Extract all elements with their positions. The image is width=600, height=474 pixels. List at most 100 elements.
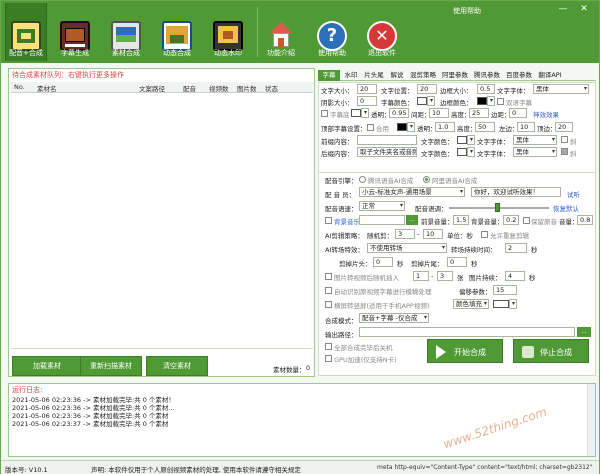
auto-detect-checkbox[interactable] [325, 287, 332, 294]
random-to-input[interactable]: 10 [423, 229, 443, 239]
tab-mix-strategy[interactable]: 混剪策略 [408, 70, 438, 81]
log-scrollbar[interactable] [587, 384, 595, 456]
subtitle-bg-swatch[interactable] [351, 109, 361, 117]
speaker-select[interactable]: 小云-标准女声-通用场景 [359, 187, 465, 197]
tone-slider-handle[interactable] [495, 203, 500, 212]
spacing-input[interactable]: 10 [429, 108, 449, 118]
engine-tencent-radio[interactable] [359, 176, 366, 183]
offset-input[interactable]: 15 [493, 285, 517, 295]
image-from-input[interactable]: 1 [413, 271, 429, 281]
subtitle-bg-checkbox[interactable] [321, 110, 328, 117]
landscape-checkbox[interactable] [325, 301, 332, 308]
left-input[interactable]: 10 [517, 122, 535, 132]
cut-tail-input[interactable]: 0 [447, 257, 467, 267]
volume-input[interactable]: 0.8 [577, 215, 593, 225]
subtitle-bg-dropdown[interactable] [361, 108, 369, 118]
speed-select[interactable]: 正常 [359, 201, 405, 211]
start-compose-button[interactable]: 开始合成 [427, 339, 503, 363]
allow-repeat-checkbox[interactable] [481, 231, 488, 238]
tab-translate-api[interactable]: 翻译API [536, 70, 564, 81]
prefix-slant-checkbox[interactable] [561, 136, 568, 143]
bilingual-checkbox[interactable] [497, 98, 504, 105]
keep-audio-checkbox[interactable] [523, 217, 530, 224]
height-input[interactable]: 25 [469, 108, 489, 118]
image-to-input[interactable]: 3 [437, 271, 453, 281]
suffix-font-select[interactable]: 黑体 [513, 147, 557, 157]
stop-compose-button[interactable]: 停止合成 [513, 339, 589, 363]
prefix-font-select[interactable]: 黑体 [513, 135, 557, 145]
fill-color-dropdown[interactable] [509, 299, 517, 309]
tab-narration[interactable]: 解说 [388, 70, 406, 81]
restore-default-link[interactable]: 恢复默认 [553, 203, 579, 213]
toolbar-button-watermark[interactable]: 动态水印 [207, 3, 249, 61]
toolbar-button-features[interactable]: 功能介绍 [260, 3, 302, 61]
bg-volume-input[interactable]: 0.2 [503, 215, 519, 225]
bgm-browse-button[interactable]: ... [406, 215, 418, 225]
fg-volume-input[interactable]: 1.5 [453, 215, 469, 225]
text-pos-input[interactable]: 20 [417, 84, 437, 94]
top-height-input[interactable]: 50 [475, 122, 495, 132]
gpu-checkbox[interactable] [325, 355, 332, 362]
test-text-input[interactable]: 你好，欢迎试听效果！ [471, 187, 561, 197]
prefix-color-dropdown[interactable] [467, 135, 475, 145]
prefix-input[interactable] [357, 135, 417, 145]
suffix-color-dropdown[interactable] [467, 147, 475, 157]
suffix-input[interactable]: 取子文件夹名或音频 [357, 147, 417, 157]
font-size-input[interactable]: 20 [357, 84, 377, 94]
toolbar-button-dub-compose[interactable]: 配音+合成 [5, 3, 47, 61]
tab-tencent-params[interactable]: 腾讯参数 [472, 70, 502, 81]
alpha-input[interactable]: 0.95 [389, 108, 409, 118]
close-button[interactable]: ✕ [575, 2, 593, 16]
toolbar-button-motion[interactable]: 动态合成 [156, 3, 198, 61]
random-from-input[interactable]: 3 [395, 229, 415, 239]
transition-select[interactable]: 不使用转场 [367, 243, 447, 253]
clear-materials-button[interactable]: 清空素材 [146, 356, 208, 376]
toolbar-button-material[interactable]: 素材合成 [105, 3, 147, 61]
cut-head-input[interactable]: 0 [373, 257, 393, 267]
top-merge-checkbox[interactable] [367, 124, 374, 131]
subtitle-color-dropdown[interactable] [427, 96, 435, 106]
mode-select[interactable]: 配音+字幕 -仅合成 [359, 313, 429, 323]
queue-table-body[interactable] [11, 94, 313, 344]
font-label: 文字字体： [497, 87, 530, 95]
image-insert-checkbox[interactable] [325, 273, 332, 280]
edge-input[interactable]: 0 [509, 108, 527, 118]
font-select[interactable]: 黑体 [533, 84, 589, 94]
border-color-swatch[interactable] [477, 97, 487, 105]
image-duration-input[interactable]: 4 [505, 271, 525, 281]
border-color-dropdown[interactable] [487, 96, 495, 106]
toolbar-button-exit[interactable]: ✕ 退出软件 [361, 3, 403, 61]
bgm-path-input[interactable] [359, 215, 405, 225]
suffix-slant-checkbox[interactable] [561, 148, 568, 155]
suffix-color-swatch[interactable] [457, 148, 467, 156]
rescan-materials-button[interactable]: 重新扫描素材 [80, 356, 142, 376]
listen-link[interactable]: 试听 [567, 189, 580, 199]
bgm-checkbox[interactable] [325, 217, 332, 224]
shadow-input[interactable]: 0 [357, 96, 377, 106]
prefix-color-swatch[interactable] [457, 136, 467, 144]
output-path-input[interactable] [359, 327, 575, 337]
tab-intro-outro[interactable]: 片头尾 [362, 70, 386, 81]
toolbar-button-subtitle[interactable]: 字幕生成 [54, 3, 96, 61]
top-color-swatch[interactable] [397, 123, 407, 131]
top-alpha-input[interactable]: 1.0 [435, 122, 455, 132]
load-materials-button[interactable]: 加载素材 [12, 356, 82, 376]
tab-watermark[interactable]: 水印 [342, 70, 360, 81]
border-size-input[interactable]: 0.5 [477, 84, 495, 94]
engine-ali-radio[interactable] [423, 176, 430, 183]
effect-link[interactable]: 神效效果 [533, 109, 559, 119]
top-color-dropdown[interactable] [407, 122, 415, 132]
output-browse-button[interactable]: ... [577, 327, 591, 337]
shutdown-checkbox[interactable] [325, 343, 332, 350]
tab-subtitle[interactable]: 字幕 [318, 70, 340, 81]
top-margin-input[interactable]: 20 [555, 122, 573, 132]
fill-color-swatch[interactable] [493, 300, 509, 308]
subtitle-color-swatch[interactable] [417, 97, 427, 105]
toolbar-button-help[interactable]: ? 使用帮助 [311, 3, 353, 61]
minimize-button[interactable]: — [554, 2, 572, 16]
tab-ali-params[interactable]: 阿里参数 [440, 70, 470, 81]
trans-time-input[interactable]: 2 [505, 243, 527, 253]
fill-select[interactable]: 颜色填充 [453, 299, 489, 309]
tab-baidu-params[interactable]: 百度参数 [504, 70, 534, 81]
help-link[interactable]: 使用帮助 [453, 6, 481, 16]
